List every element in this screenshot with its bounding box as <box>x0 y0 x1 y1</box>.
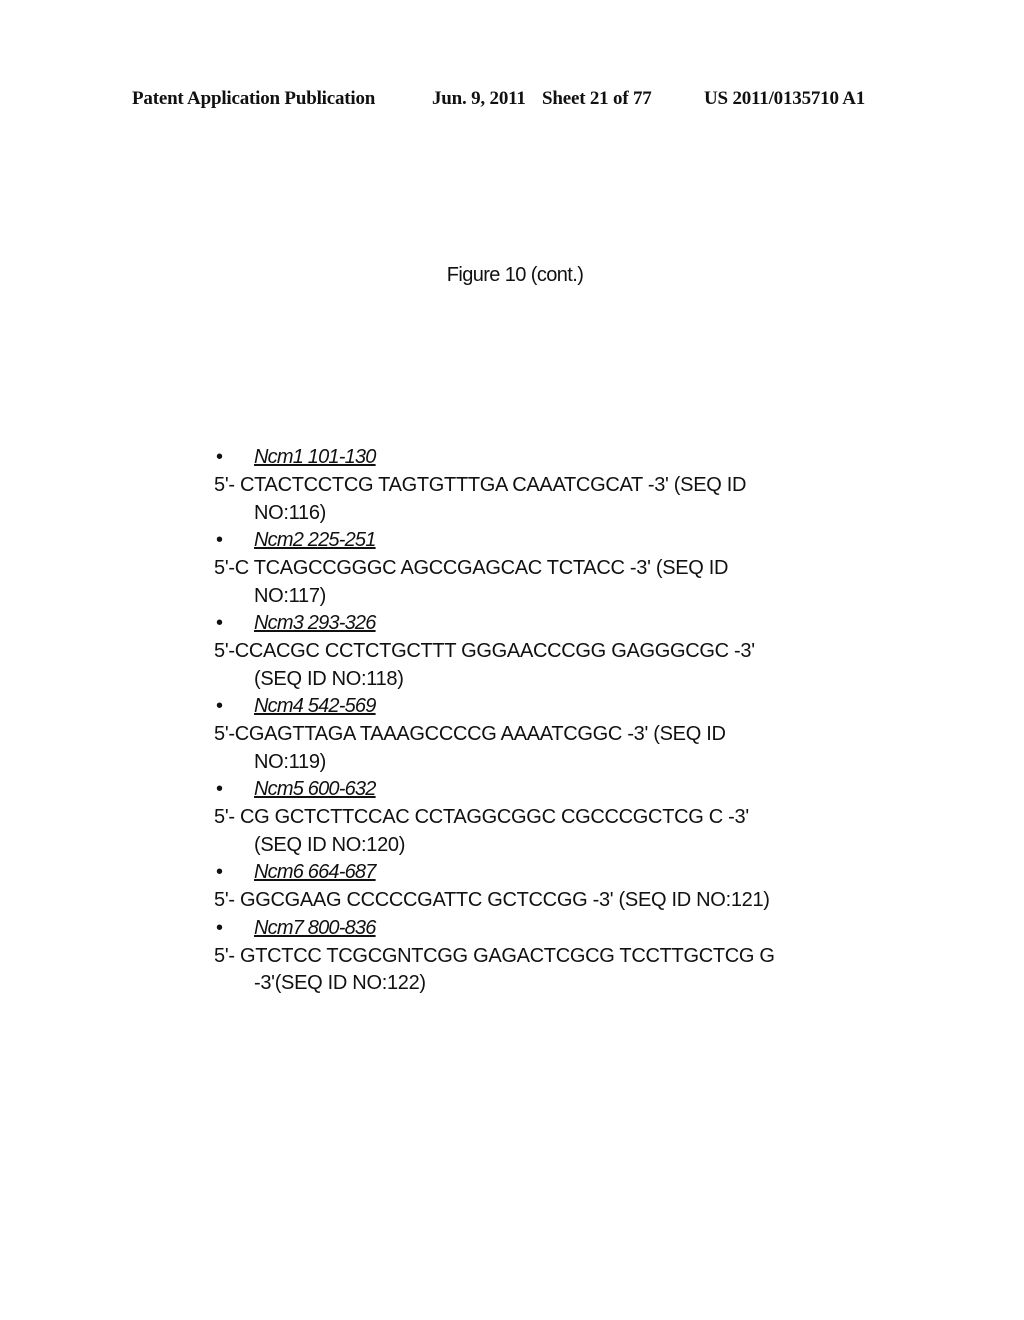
sequence-entry: • Ncm7 800-836 5'- GTCTCC TCGCGNTCGG GAGAC… <box>214 915 854 998</box>
sequence-entry: • Ncm4 542-569 5'-CGAGTTAGA TAAAGCCCCG AAA… <box>214 693 854 776</box>
sequence-text: 5'- CG GCTCTTCCAC CCTAGGCGGC CGCCCGCTCG … <box>214 806 749 828</box>
sequence-text-continued: -3'(SEQ ID NO:122) <box>254 972 426 994</box>
sequence-text-continued: NO:117) <box>254 584 327 607</box>
sequence-entry: • Ncm5 600-632 5'- CG GCTCTTCCAC CCTAGGCGG… <box>214 776 854 859</box>
entry-heading: • Ncm6 664-687 <box>214 859 854 887</box>
bullet-icon: • <box>216 695 223 717</box>
bullet-icon: • <box>216 861 223 883</box>
figure-title: Figure 10 (cont.) <box>446 264 584 286</box>
sequence-text: 5'- GTCTCC TCGCGNTCGG GAGACTCGCG TCCTTGC… <box>214 944 775 967</box>
primer-label: Ncm2 225-251 <box>254 529 376 551</box>
sheet-number: Sheet 21 of 77 <box>542 88 652 109</box>
entry-heading: • Ncm3 293-326 <box>214 610 854 638</box>
entry-heading: • Ncm1 101-130 <box>214 444 854 472</box>
sequence-entry: • Ncm3 293-326 5'-CCACGC CCTCTGCTTT GGGAAC… <box>214 610 854 693</box>
entry-heading: • Ncm7 800-836 <box>214 915 854 943</box>
sequence-entry: • Ncm1 101-130 5'- CTACTCCTCG TAGTGTTTGA C… <box>214 444 854 527</box>
sequence-text-continued: NO:119) <box>254 750 327 773</box>
sequence-entry: • Ncm2 225-251 5'-C TCAGCCGGGC AGCCGAGCAC … <box>214 527 854 610</box>
bullet-icon: • <box>216 778 223 800</box>
sequence-text-continued: (SEQ ID NO:118) <box>254 667 404 690</box>
sequence-text: 5'- GGCGAAG CCCCCGATTC GCTCCGG -3' (SEQ … <box>214 889 770 911</box>
primer-label: Ncm3 293-326 <box>254 612 376 634</box>
bullet-icon: • <box>216 612 223 634</box>
publication-type: Patent Application Publication <box>132 88 376 109</box>
primer-label: Ncm6 664-687 <box>254 861 376 883</box>
sequence-text: 5'-C TCAGCCGGGC AGCCGAGCAC TCTACC -3' (S… <box>214 557 729 579</box>
page-header: Patent Application Publication Jun. 9, 2… <box>132 88 892 114</box>
primer-label: Ncm1 101-130 <box>254 446 376 468</box>
sequence-text-continued: (SEQ ID NO:120) <box>254 833 406 856</box>
primer-label: Ncm4 542-569 <box>254 695 376 717</box>
entry-heading: • Ncm4 542-569 <box>214 693 854 721</box>
publication-number: US 2011/0135710 A1 <box>704 88 866 109</box>
sequence-text-continued: NO:116) <box>254 501 327 524</box>
primer-label: Ncm5 600-632 <box>254 778 376 800</box>
sequence-text: 5'-CCACGC CCTCTGCTTT GGGAACCCGG GAGGGCGC… <box>214 640 755 662</box>
publication-date: Jun. 9, 2011 <box>432 88 526 109</box>
primer-label: Ncm7 800-836 <box>254 916 376 939</box>
sequence-entry: • Ncm6 664-687 5'- GGCGAAG CCCCCGATTC GCTC… <box>214 859 854 915</box>
sequence-list: • Ncm1 101-130 5'- CTACTCCTCG TAGTGTTTGA C… <box>214 444 854 998</box>
entry-heading: • Ncm5 600-632 <box>214 776 854 804</box>
sequence-text: 5'- CTACTCCTCG TAGTGTTTGA CAAATCGCAT -3'… <box>214 474 747 496</box>
bullet-icon: • <box>216 916 223 939</box>
entry-heading: • Ncm2 225-251 <box>214 527 854 555</box>
bullet-icon: • <box>216 446 223 468</box>
bullet-icon: • <box>216 529 223 551</box>
sequence-text: 5'-CGAGTTAGA TAAAGCCCCG AAAATCGGC -3' (S… <box>214 723 726 745</box>
